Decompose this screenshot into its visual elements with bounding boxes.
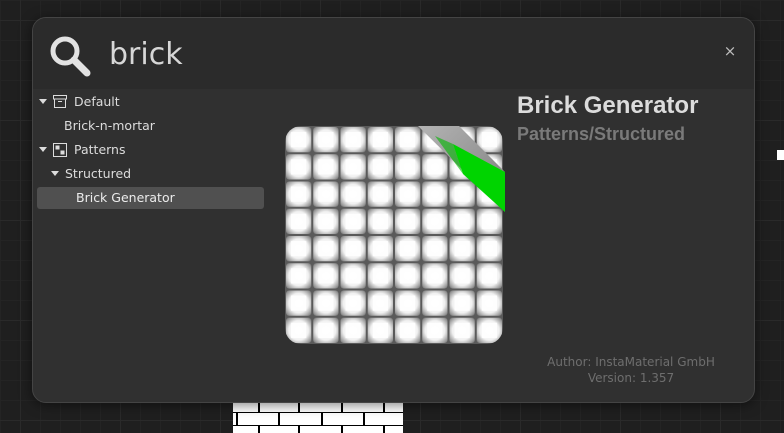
background-node-thumbnail bbox=[233, 400, 403, 433]
tree-item-label: Brick-n-mortar bbox=[64, 118, 155, 133]
node-category-path: Patterns/Structured bbox=[517, 124, 686, 144]
tree-item-label: Structured bbox=[65, 166, 132, 181]
tree-item-label: Brick Generator bbox=[76, 190, 175, 205]
chevron-down-icon[interactable] bbox=[39, 99, 47, 104]
pattern-grid-icon bbox=[53, 142, 67, 157]
tree-item-brick-n-mortar[interactable]: Brick-n-mortar bbox=[64, 115, 155, 137]
background-node-edge bbox=[777, 150, 784, 160]
tree-item-default[interactable]: Default bbox=[39, 91, 120, 113]
node-search-dialog: × Default Brick-n-mortar Patterns Struct… bbox=[32, 17, 755, 403]
tree-item-structured[interactable]: Structured bbox=[51, 163, 131, 185]
close-button[interactable]: × bbox=[721, 42, 739, 60]
tree-item-brick-generator[interactable]: Brick Generator bbox=[37, 187, 264, 209]
node-meta: Author: InstaMaterial GmbH Version: 1.35… bbox=[513, 354, 749, 386]
tree-item-patterns[interactable]: Patterns bbox=[39, 139, 125, 161]
archive-box-icon bbox=[53, 95, 67, 108]
chevron-down-icon[interactable] bbox=[39, 147, 47, 152]
search-icon bbox=[50, 36, 91, 77]
node-category-tree: Default Brick-n-mortar Patterns Structur… bbox=[33, 90, 273, 390]
tile-pattern-preview-icon bbox=[285, 126, 505, 344]
node-title: Brick Generator bbox=[517, 92, 699, 119]
version-text: Version: 1.357 bbox=[587, 371, 675, 385]
tree-item-label: Patterns bbox=[74, 142, 126, 157]
chevron-down-icon[interactable] bbox=[51, 171, 59, 176]
search-bar: × bbox=[33, 18, 754, 89]
search-input[interactable] bbox=[109, 32, 669, 76]
author-text: Author: InstaMaterial GmbH bbox=[547, 355, 715, 369]
tree-item-label: Default bbox=[74, 94, 120, 109]
